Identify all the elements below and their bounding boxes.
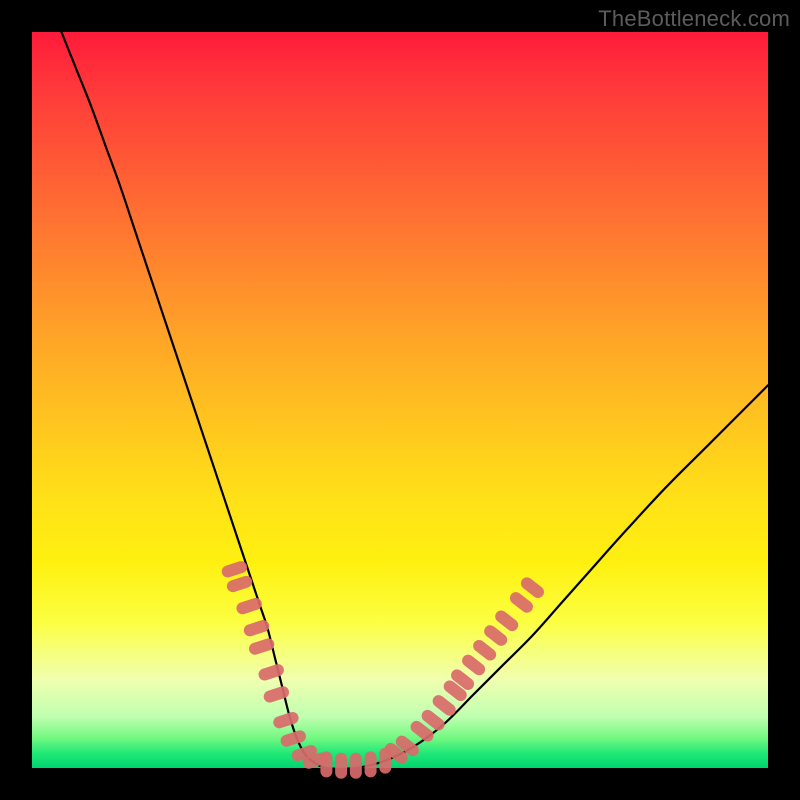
marker-bead [335, 753, 347, 779]
marker-bead [225, 574, 253, 593]
watermark-text: TheBottleneck.com [598, 6, 790, 32]
chart-frame: TheBottleneck.com [0, 0, 800, 800]
marker-bead [350, 753, 362, 779]
marker-bead [365, 751, 377, 777]
marker-bead [235, 596, 263, 615]
marker-bead [220, 560, 248, 579]
marker-bead [320, 751, 332, 777]
bottleneck-curve-path [61, 32, 768, 769]
marker-bead [272, 710, 300, 729]
curve-layer [32, 32, 768, 768]
bottleneck-curve [61, 32, 768, 769]
marker-bead [247, 637, 275, 656]
plot-area [32, 32, 768, 768]
marker-bead [242, 618, 270, 637]
